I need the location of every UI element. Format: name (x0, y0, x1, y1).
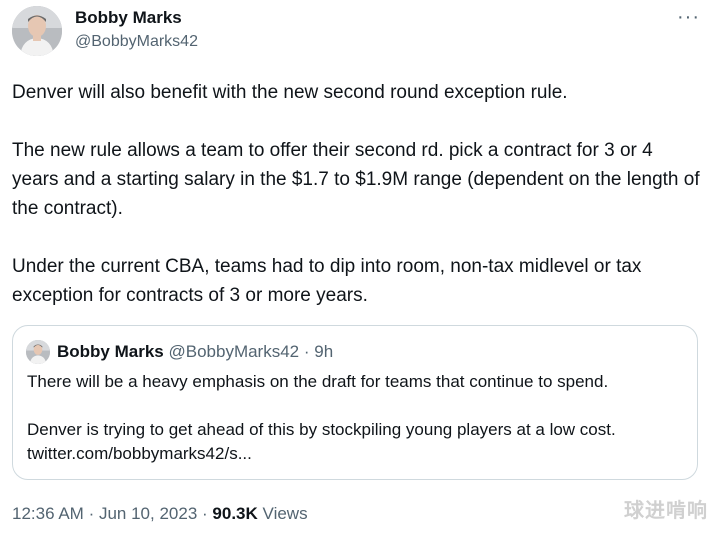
quoted-paragraph-text: Denver is trying to get ahead of this by… (27, 420, 616, 439)
more-options-icon[interactable]: ··· (677, 6, 700, 29)
quoted-author-handle: @BobbyMarks42 (168, 342, 300, 361)
views-label: Views (262, 504, 308, 523)
tweet-text: Denver will also benefit with the new se… (12, 78, 702, 310)
quoted-header: Bobby Marks @BobbyMarks42 · 9h (57, 342, 333, 362)
quoted-paragraph: There will be a heavy emphasis on the dr… (27, 372, 609, 391)
avatar-photo (12, 6, 62, 56)
views-count: 90.3K (212, 504, 258, 523)
quoted-link[interactable]: twitter.com/bobbymarks42/s... (27, 442, 692, 466)
quoted-author-name: Bobby Marks (57, 342, 164, 361)
author-handle[interactable]: @BobbyMarks42 (75, 33, 198, 51)
quoted-paragraph: Denver is trying to get ahead of this by… (27, 418, 692, 466)
separator-dot: · (202, 504, 208, 523)
quoted-text: There will be a heavy emphasis on the dr… (27, 370, 692, 466)
tweet-time[interactable]: 12:36 AM (12, 504, 84, 523)
author-avatar[interactable] (12, 6, 62, 56)
tweet-date[interactable]: Jun 10, 2023 (99, 504, 197, 523)
watermark: 球进啃响 (624, 500, 708, 522)
quoted-tweet[interactable]: Bobby Marks @BobbyMarks42 · 9h There wil… (12, 325, 698, 480)
quoted-timestamp: 9h (314, 342, 334, 361)
tweet-meta: 12:36 AM · Jun 10, 2023 · 90.3K Views (12, 504, 308, 524)
quoted-author-avatar (26, 340, 50, 364)
avatar-photo (26, 340, 50, 364)
separator-dot: · (88, 504, 95, 523)
separator-dot: · (303, 342, 310, 361)
tweet-paragraph: Denver will also benefit with the new se… (12, 82, 568, 103)
author-name[interactable]: Bobby Marks (75, 8, 182, 28)
tweet-paragraph: Under the current CBA, teams had to dip … (12, 256, 642, 306)
tweet-paragraph: The new rule allows a team to offer thei… (12, 140, 700, 219)
